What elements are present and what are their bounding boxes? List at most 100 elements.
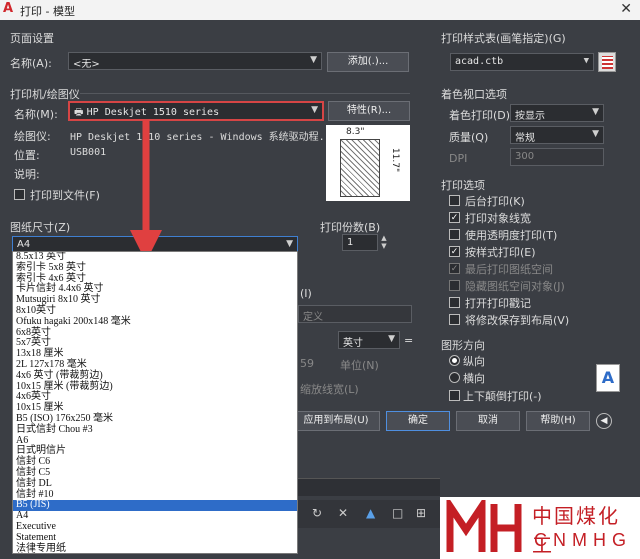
copies-stepper[interactable]: ▲ ▼ (379, 234, 389, 251)
copies-label: 打印份数(B) (320, 221, 381, 234)
list-item[interactable]: 4x6 英寸 (带裁剪边) (13, 370, 297, 382)
snap-icon: ✕ (338, 506, 349, 520)
list-item[interactable]: 6x8英寸 (13, 327, 297, 339)
shade-plot-value: 按显示 (515, 111, 545, 122)
list-item[interactable]: 日式明信片 (13, 446, 297, 457)
upside-down-checkbox[interactable] (449, 390, 460, 401)
shaded-viewport-heading: 着色视口选项 (441, 88, 507, 101)
option-label: 打印对象线宽 (465, 212, 531, 225)
chevron-down-icon: ▼ (583, 56, 589, 66)
upside-down-label: 上下颠倒打印(-) (463, 390, 542, 403)
help-button[interactable]: 帮助(H) (526, 411, 590, 431)
background-toolbar: ↻ ✕ ▲ □ ⊞ (298, 500, 440, 528)
edit-plot-style-button[interactable] (598, 52, 616, 72)
printer-name-label: 名称(M): (14, 108, 58, 121)
unit-label: 单位(N) (340, 359, 379, 372)
landscape-radio[interactable] (449, 372, 460, 383)
checkbox-save-to-layout[interactable] (449, 314, 460, 325)
cancel-button[interactable]: 取消 (456, 411, 520, 431)
chevron-down-icon: ▼ (388, 334, 395, 344)
option-label: 后台打印(K) (465, 195, 525, 208)
window-title: 打印 - 模型 (20, 5, 75, 18)
checkbox-transparency[interactable] (449, 229, 460, 240)
list-item-selected[interactable]: B5 (JIS) (13, 500, 297, 512)
option-label: 最后打印图纸空间 (465, 263, 553, 276)
page-setup-name-select[interactable]: <无> ▼ (68, 52, 322, 70)
plotter-label: 绘图仪: (14, 130, 51, 143)
plotter-value: HP Deskjet 1510 series - Windows 系统驱动程..… (70, 132, 337, 143)
list-item[interactable]: 信封 C6 (13, 456, 297, 468)
option-label: 隐藏图纸空间对象(J) (465, 280, 565, 293)
orbit-icon: ↻ (312, 506, 323, 520)
paper-preview-sheet (340, 139, 380, 197)
plot-style-select[interactable]: acad.ctb ▼ (450, 53, 594, 71)
checkbox-hide-objects (449, 280, 460, 291)
location-value: USB001 (70, 147, 107, 158)
option-label: 按样式打印(E) (465, 246, 536, 259)
print-dialog: A 打印 - 模型 ✕ 页面设置 名称(A): <无> ▼ 添加(.)... 打… (0, 0, 640, 559)
ok-button[interactable]: 确定 (386, 411, 450, 431)
close-icon[interactable]: ✕ (620, 1, 632, 17)
paper-preview: 8.3" 11.7" (326, 125, 410, 201)
radio-dot (452, 358, 457, 363)
list-item[interactable]: Ofuku hagaki 200x148 毫米 (13, 316, 297, 328)
scale-number: 59 (300, 357, 314, 370)
checkbox-plot-with-styles[interactable]: ✓ (449, 246, 460, 257)
dpi-input: 300 (510, 148, 604, 166)
quality-value: 常规 (515, 133, 535, 144)
location-label: 位置: (14, 149, 40, 162)
print-to-file-label: 打印到文件(F) (30, 189, 100, 202)
option-label: 打开打印戳记 (465, 297, 531, 310)
autocad-logo-icon: A (3, 1, 14, 16)
plot-style-value: acad.ctb (455, 56, 504, 67)
list-item[interactable]: 信封 C5 (13, 467, 297, 479)
copies-value: 1 (347, 237, 354, 248)
unit-value: 英寸 (343, 338, 363, 349)
dpi-value: 300 (515, 151, 535, 162)
chevron-down-icon: ▼ (310, 55, 317, 65)
copies-input[interactable]: 1 (342, 234, 378, 251)
apply-to-layout-button[interactable]: 应用到布局(U) (292, 411, 380, 431)
divider (80, 93, 410, 94)
table-icon (602, 56, 613, 69)
properties-button[interactable]: 特性(R)... (328, 101, 410, 121)
portrait-radio[interactable] (449, 355, 460, 366)
list-item[interactable]: 信封 DL (13, 478, 297, 490)
scale-lineweight-label: 缩放线宽(L) (300, 383, 359, 396)
shade-plot-select[interactable]: 按显示 ▼ (510, 104, 604, 122)
quality-select[interactable]: 常规 ▼ (510, 126, 604, 144)
chevron-down-icon: ▼ (286, 239, 293, 249)
list-item[interactable]: 10x15 厘米 (带裁剪边) (13, 381, 297, 393)
title-bar: A 打印 - 模型 ✕ (0, 0, 640, 20)
printer-name-select[interactable]: 🖶 HP Deskjet 1510 series ▼ (68, 101, 324, 121)
list-item[interactable]: 法律专用纸 (13, 543, 297, 553)
equals-sign: = (404, 334, 414, 347)
option-label: 将修改保存到布局(V) (465, 314, 570, 327)
unit-select[interactable]: 英寸 ▼ (338, 331, 400, 349)
list-item[interactable]: 索引卡 5x8 英寸 (13, 262, 297, 274)
checkbox-plot-stamp[interactable] (449, 297, 460, 308)
plot-style-heading: 打印样式表(画笔指定)(G) (441, 32, 566, 45)
list-item[interactable]: 日式信封 Chou #3 (13, 424, 297, 436)
orientation-heading: 图形方向 (441, 339, 485, 352)
collapse-arrow-icon[interactable]: ◀ (596, 413, 612, 429)
list-item[interactable]: 信封 #10 (13, 489, 297, 501)
background-status-bar (298, 478, 440, 496)
landscape-label: 横向 (463, 372, 485, 385)
page-setup-heading: 页面设置 (10, 32, 54, 45)
print-to-file-checkbox[interactable] (14, 189, 25, 200)
checkbox-background-plot[interactable] (449, 195, 460, 206)
shade-plot-label: 着色打印(D) (449, 109, 511, 122)
preview-height: 11.7" (390, 147, 401, 173)
list-item[interactable]: Statement (13, 532, 297, 544)
quality-label: 质量(Q) (449, 131, 489, 144)
add-button[interactable]: 添加(.)... (327, 52, 409, 72)
cnmhg-logo-icon (446, 500, 522, 552)
chevron-down-icon: ▼ (311, 105, 318, 115)
orientation-preview-icon: A (596, 364, 620, 392)
checkbox-plot-lineweights[interactable]: ✓ (449, 212, 460, 223)
box-icon: □ (392, 506, 404, 520)
paper-size-dropdown-list[interactable]: 8.5x13 英寸 索引卡 5x8 英寸 索引卡 4x6 英寸 卡片信封 4.4… (12, 251, 298, 554)
preview-width: 8.3" (346, 127, 365, 137)
printer-heading: 打印机/绘图仪 (10, 88, 80, 101)
